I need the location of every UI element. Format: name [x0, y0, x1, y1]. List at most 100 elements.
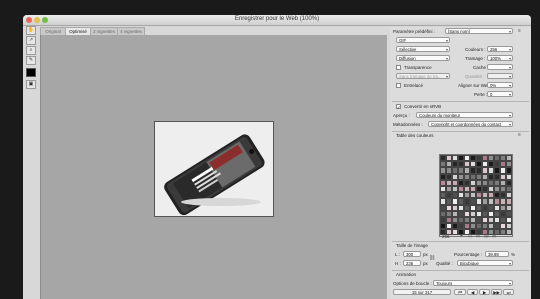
transparency-dither-select[interactable]: Sans tramage de tra... ▾ — [396, 73, 450, 79]
web-snap-value: 0% — [490, 83, 497, 88]
chevron-down-icon: ▾ — [445, 47, 448, 52]
metadata-label: Métadonnées : — [393, 122, 423, 127]
width-field[interactable]: 300 — [403, 251, 421, 257]
slice-select-icon[interactable]: ↗ — [26, 36, 36, 45]
color-swatch[interactable] — [506, 229, 512, 236]
percent-unit: % — [511, 252, 516, 257]
phone-photo — [155, 122, 273, 216]
colors-value: 256 — [490, 47, 498, 52]
toolbox: ✋ ↗ ⌕ ✎ ▣ — [25, 26, 36, 299]
chevron-down-icon: ▾ — [508, 65, 511, 70]
lock-color-icon[interactable]: ⊟ — [476, 233, 480, 239]
format-select[interactable]: GIF ▾ — [396, 37, 450, 43]
amount-label: Quantité : — [465, 74, 485, 79]
dither-amount-label: Tramage : — [465, 56, 486, 61]
chevron-down-icon: ▾ — [508, 92, 511, 97]
tab-original[interactable]: Original — [40, 27, 66, 35]
preview-canvas[interactable] — [40, 35, 387, 299]
loop-value: Toujours — [436, 281, 453, 286]
metadata-value: Copyright et coordonnées du contact — [431, 122, 502, 127]
height-field[interactable]: 236 — [403, 260, 421, 266]
divider — [392, 241, 529, 242]
percent-label: Pourcentage : — [454, 252, 483, 257]
web-shift-icon[interactable]: ⊡ — [468, 233, 472, 239]
toggle-slices-icon[interactable]: ▣ — [26, 80, 36, 89]
panel-menu-icon[interactable]: ≡ — [518, 28, 521, 34]
interlaced-checkbox[interactable] — [396, 83, 401, 88]
link-constrain-icon[interactable]: ⛓ — [429, 255, 435, 261]
interlaced-label: Entrelacé — [404, 83, 424, 88]
map-color-icon[interactable]: ⌖ — [460, 233, 463, 239]
quality-value: Bicubique — [460, 261, 479, 266]
height-unit: px — [423, 261, 428, 266]
amount-field[interactable]: ▾ — [487, 73, 513, 79]
divider — [392, 131, 529, 132]
image-size-title: Taille de l'image — [396, 243, 428, 248]
metadata-select[interactable]: Copyright et coordonnées du contact ▾ — [428, 121, 513, 127]
transparency-checkbox[interactable] — [396, 65, 401, 70]
convert-srgb-checkbox[interactable]: ✓ — [396, 104, 401, 110]
lossy-label: Perte : — [474, 92, 488, 97]
preset-select[interactable]: [Sans nom] ▾ — [445, 28, 513, 34]
preset-label: Paramètre prédéfini : — [393, 29, 436, 34]
frame-counter: 15 sur 317 — [393, 289, 451, 295]
loop-label: Options de boucle : — [393, 281, 432, 286]
percent-field[interactable]: 39,89 — [485, 251, 509, 257]
preview-image — [154, 121, 274, 217]
height-label: H : — [395, 261, 401, 266]
transparency-dither-value: Sans tramage de tra... — [399, 74, 442, 79]
tab-2-up[interactable]: 2 vignettes — [90, 27, 118, 35]
next-frame-button[interactable]: ▶▶ — [491, 289, 502, 295]
last-frame-button[interactable]: ⏭ — [503, 289, 514, 295]
chevron-down-icon: ▾ — [508, 122, 511, 127]
hand-icon[interactable]: ✋ — [26, 26, 36, 35]
dither-amount-field[interactable]: 100% ▾ — [487, 55, 513, 61]
eyedropper-color-swatch[interactable] — [26, 68, 36, 77]
preview-label: Aperçu : — [393, 113, 410, 118]
lossy-field[interactable]: 0 ▾ — [487, 91, 513, 97]
play-button[interactable]: ▶ — [479, 289, 490, 295]
preset-value: [Sans nom] — [448, 29, 470, 34]
zoom-icon[interactable]: ⌕ — [26, 46, 36, 55]
chevron-down-icon: ▾ — [508, 74, 511, 79]
new-color-icon[interactable]: ▤ — [484, 233, 489, 239]
matte-select[interactable]: ▾ — [487, 64, 513, 70]
chevron-down-icon: ▾ — [508, 47, 511, 52]
frame-counter-text: 15 sur 317 — [411, 290, 433, 295]
tab-4-up[interactable]: 4 vignettes — [117, 27, 145, 35]
title-bar: Enregistrer pour le Web (100%) — [23, 15, 531, 26]
trash-icon[interactable]: ⊠ — [492, 233, 496, 239]
chevron-down-icon: ▾ — [445, 74, 448, 79]
color-reduction-select[interactable]: Sélective ▾ — [396, 46, 450, 52]
convert-srgb-label: Convertir en sRVB — [404, 104, 442, 109]
percent-value: 39,89 — [488, 252, 499, 257]
color-table-title: Table des couleurs — [396, 133, 434, 138]
save-for-web-dialog: Enregistrer pour le Web (100%) ✋ ↗ ⌕ ✎ ▣… — [23, 15, 531, 299]
color-table-grid[interactable] — [439, 154, 513, 237]
chevron-down-icon: ▾ — [508, 261, 511, 266]
chevron-down-icon: ▾ — [508, 113, 511, 118]
chevron-down-icon: ▾ — [445, 38, 448, 43]
eyedropper-icon[interactable]: ✎ — [26, 56, 36, 65]
loop-select[interactable]: Toujours ▾ — [433, 280, 513, 286]
width-value: 300 — [406, 252, 414, 257]
tab-optimized[interactable]: Optimisé — [65, 27, 91, 35]
width-unit: px — [423, 252, 428, 257]
divider — [392, 270, 529, 271]
colors-select[interactable]: 256 ▾ — [487, 46, 513, 52]
previous-frame-button[interactable]: ◀ — [467, 289, 478, 295]
height-value: 236 — [406, 261, 414, 266]
color-reduction-value: Sélective — [399, 47, 417, 52]
color-count: 256 — [442, 234, 450, 239]
dither-value: Diffusion — [399, 56, 416, 61]
format-value: GIF — [399, 38, 407, 43]
dither-amount-value: 100% — [490, 56, 501, 61]
width-label: L : — [395, 252, 400, 257]
web-snap-field[interactable]: 0% ▾ — [487, 82, 513, 88]
quality-select[interactable]: Bicubique ▾ — [457, 260, 513, 266]
chevron-down-icon: ▾ — [508, 83, 511, 88]
preview-select[interactable]: Couleurs du moniteur ▾ — [416, 112, 513, 118]
first-frame-button[interactable]: ⏮ — [454, 289, 466, 295]
color-table-menu-icon[interactable]: ≡ — [518, 132, 521, 138]
dither-algorithm-select[interactable]: Diffusion ▾ — [396, 55, 450, 61]
